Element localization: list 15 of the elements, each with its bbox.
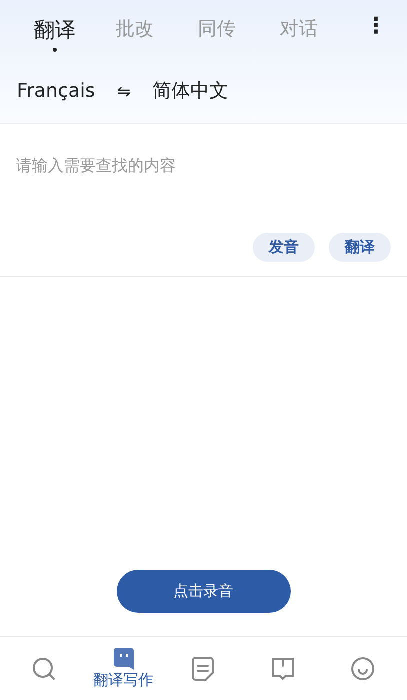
more-menu-button[interactable]: ⋮ (365, 14, 385, 39)
target-language[interactable]: 简体中文 (152, 78, 229, 104)
tab[interactable]: 翻译 (34, 16, 116, 52)
action-button[interactable]: 翻译 (329, 233, 391, 262)
chat-icon (112, 647, 135, 671)
record-button[interactable]: 点击录音 (116, 570, 290, 613)
nav-tab[interactable]: 翻译写作 (88, 647, 159, 690)
smile-icon (351, 656, 376, 680)
source-language[interactable]: Français (17, 80, 96, 102)
text-input-field[interactable]: 请输入需要查找的内容 (16, 153, 391, 177)
note-icon (192, 656, 214, 680)
search-icon (32, 656, 56, 680)
swap-languages-button[interactable]: ⇋ (117, 82, 131, 100)
action-button[interactable]: 发音 (253, 233, 315, 262)
book-icon (271, 656, 296, 680)
